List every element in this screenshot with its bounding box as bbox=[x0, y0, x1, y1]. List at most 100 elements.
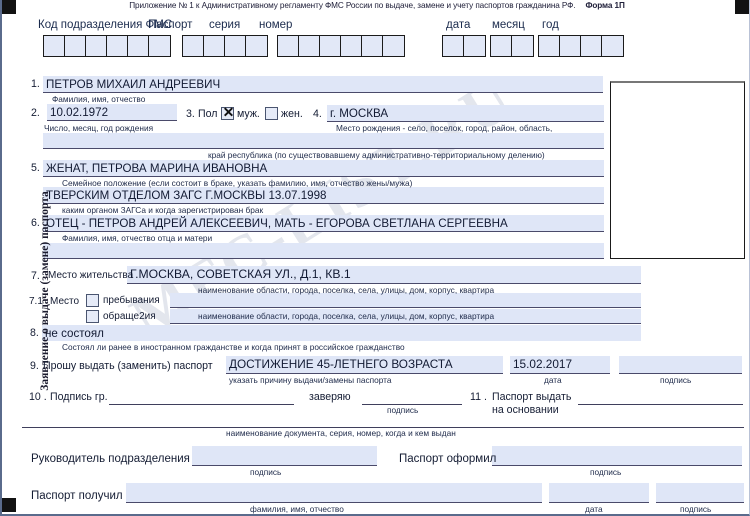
input-cell[interactable] bbox=[539, 36, 560, 56]
input-cell[interactable] bbox=[320, 36, 341, 56]
field-5-marital-status[interactable]: ЖЕНАТ, ПЕТРОВА МАРИНА ИВАНОВНА bbox=[43, 160, 604, 177]
field-7-residence[interactable]: Г.МОСКВА, СОВЕТСКАЯ УЛ., Д.1, КВ.1 bbox=[127, 266, 641, 284]
input-cell[interactable] bbox=[128, 36, 149, 56]
caption-11-basis: наименование документа, серия, номер, ко… bbox=[226, 428, 456, 438]
input-cell[interactable] bbox=[65, 36, 86, 56]
corner-marker-top-left bbox=[2, 0, 16, 14]
input-cell[interactable] bbox=[491, 36, 512, 56]
label-number: номер bbox=[259, 19, 293, 31]
label-passport-received: Паспорт получил bbox=[31, 490, 123, 502]
input-cell[interactable] bbox=[44, 36, 65, 56]
caption-8-prior-citizenship: Состоял ли ранее в иностранном гражданст… bbox=[62, 342, 405, 352]
header-note: Приложение № 1 к Административному регла… bbox=[2, 1, 749, 10]
field-11-label-line2: на основании bbox=[492, 404, 559, 416]
caption-passport-prepared-signature: подпись bbox=[590, 467, 622, 477]
field-8-prior-citizenship[interactable]: не состоял bbox=[42, 325, 641, 341]
label-chief-of-department: Руководитель подразделения bbox=[31, 453, 190, 465]
input-passport-number[interactable] bbox=[277, 35, 405, 57]
input-cell[interactable] bbox=[383, 36, 404, 56]
input-cell[interactable] bbox=[512, 36, 533, 56]
input-department-code[interactable] bbox=[43, 35, 171, 57]
label-day: дата bbox=[446, 19, 471, 31]
label-month: месяц bbox=[492, 19, 525, 31]
input-cell[interactable] bbox=[107, 36, 128, 56]
label-series: серия bbox=[209, 19, 241, 31]
input-issue-day[interactable] bbox=[442, 35, 486, 57]
checkbox-sex-male[interactable]: ✕ bbox=[221, 105, 234, 120]
field-4-number: 4. bbox=[313, 108, 322, 120]
field-2-birthdate[interactable]: 10.02.1972 bbox=[47, 104, 177, 121]
caption-6-parents: Фамилия, имя, отчество отца и матери bbox=[62, 233, 213, 243]
field-10-certify-label: заверяю bbox=[309, 391, 351, 403]
field-10-number: 10 . bbox=[29, 391, 47, 403]
input-cell[interactable] bbox=[149, 36, 170, 56]
field-passport-prepared-signature[interactable] bbox=[492, 446, 742, 466]
field-6-parents[interactable]: ОТЕЦ - ПЕТРОВ АНДРЕЙ АЛЕКСЕЕВИЧ, МАТЬ - … bbox=[43, 215, 604, 232]
field-3-label: Пол bbox=[198, 108, 218, 120]
field-3-number: 3. bbox=[186, 108, 195, 120]
form-number: Форма 1П bbox=[585, 1, 625, 10]
vertical-form-title: Заявление о выдаче (замене) паспорта bbox=[39, 191, 51, 391]
input-cell[interactable] bbox=[299, 36, 320, 56]
input-passport-series[interactable] bbox=[182, 35, 268, 57]
input-cell[interactable] bbox=[362, 36, 383, 56]
field-4-birthplace[interactable]: г. МОСКВА bbox=[327, 105, 604, 122]
input-cell[interactable] bbox=[183, 36, 204, 56]
input-cell[interactable] bbox=[246, 36, 267, 56]
caption-9-signature: подпись bbox=[660, 375, 692, 385]
caption-1-fullname: Фамилия, имя, отчество bbox=[52, 94, 146, 104]
label-sex-male: муж. bbox=[237, 108, 260, 120]
field-received-date[interactable] bbox=[549, 483, 649, 503]
field-4-birthplace-line2[interactable] bbox=[43, 133, 604, 149]
field-71-label: Место bbox=[50, 296, 80, 307]
input-cell[interactable] bbox=[443, 36, 464, 56]
caption-4-birthplace-2: край республика (по существовавшему адми… bbox=[208, 150, 545, 160]
input-cell[interactable] bbox=[204, 36, 225, 56]
caption-7-residence: наименование области, города, поселка, с… bbox=[198, 285, 495, 295]
field-8-number: 8. bbox=[30, 327, 39, 339]
checkbox-sex-female[interactable] bbox=[265, 107, 278, 120]
input-cell[interactable] bbox=[464, 36, 485, 56]
field-2-number: 2. bbox=[31, 107, 40, 119]
input-cell[interactable] bbox=[278, 36, 299, 56]
input-cell[interactable] bbox=[560, 36, 581, 56]
caption-chief-signature: подпись bbox=[250, 467, 282, 477]
field-chief-signature[interactable] bbox=[192, 446, 377, 466]
caption-received-fullname: фамилия, имя, отчество bbox=[250, 504, 344, 514]
caption-received-signature: подпись bbox=[680, 504, 712, 514]
checkbox-place-of-application[interactable] bbox=[86, 310, 99, 323]
caption-2-birthdate: Число, месяц, год рождения bbox=[44, 123, 154, 133]
field-received-fullname[interactable] bbox=[126, 483, 542, 503]
caption-received-date: дата bbox=[585, 504, 603, 514]
label-sex-female: жен. bbox=[281, 108, 303, 120]
field-received-signature[interactable] bbox=[656, 483, 744, 503]
field-6-number: 6. bbox=[31, 217, 40, 229]
photo-placeholder[interactable] bbox=[610, 81, 745, 259]
field-9-number: 9. bbox=[30, 360, 39, 372]
field-1-fullname[interactable]: ПЕТРОВ МИХАИЛ АНДРЕЕВИЧ bbox=[43, 76, 603, 93]
input-cell[interactable] bbox=[341, 36, 362, 56]
field-6-parents-line2[interactable] bbox=[43, 243, 604, 259]
field-10-signature-line[interactable] bbox=[109, 404, 294, 405]
checkbox-place-of-stay[interactable] bbox=[86, 294, 99, 307]
input-issue-month[interactable] bbox=[490, 35, 534, 57]
field-9-label: Прошу выдать (заменить) паспорт bbox=[43, 360, 213, 372]
field-9-reason[interactable]: ДОСТИЖЕНИЕ 45-ЛЕТНЕГО ВОЗРАСТА bbox=[226, 356, 503, 374]
label-place-of-application: обраще2ия bbox=[103, 311, 156, 322]
field-1-number: 1. bbox=[31, 78, 40, 90]
input-cell[interactable] bbox=[225, 36, 246, 56]
input-cell[interactable] bbox=[602, 36, 623, 56]
field-5-marriage-registrar[interactable]: ТВЕРСКИМ ОТДЕЛОМ ЗАГС Г.МОСКВЫ 13.07.199… bbox=[43, 187, 604, 204]
field-9-date[interactable]: 15.02.2017 bbox=[510, 356, 610, 374]
field-11-basis-line[interactable] bbox=[578, 404, 743, 405]
input-cell[interactable] bbox=[581, 36, 602, 56]
field-11-number: 11 . bbox=[470, 391, 487, 403]
input-issue-year[interactable] bbox=[538, 35, 624, 57]
field-9-signature[interactable] bbox=[619, 356, 742, 374]
field-10-label: Подпись гр. bbox=[50, 391, 108, 403]
caption-5-marriage-registrar: каким органом ЗАГСа и когда зарегистриро… bbox=[62, 205, 264, 215]
field-11-label-line1: Паспорт выдать bbox=[492, 391, 572, 403]
caption-10-signature: подпись bbox=[387, 405, 419, 415]
field-71-stay-value[interactable] bbox=[170, 293, 641, 308]
input-cell[interactable] bbox=[86, 36, 107, 56]
